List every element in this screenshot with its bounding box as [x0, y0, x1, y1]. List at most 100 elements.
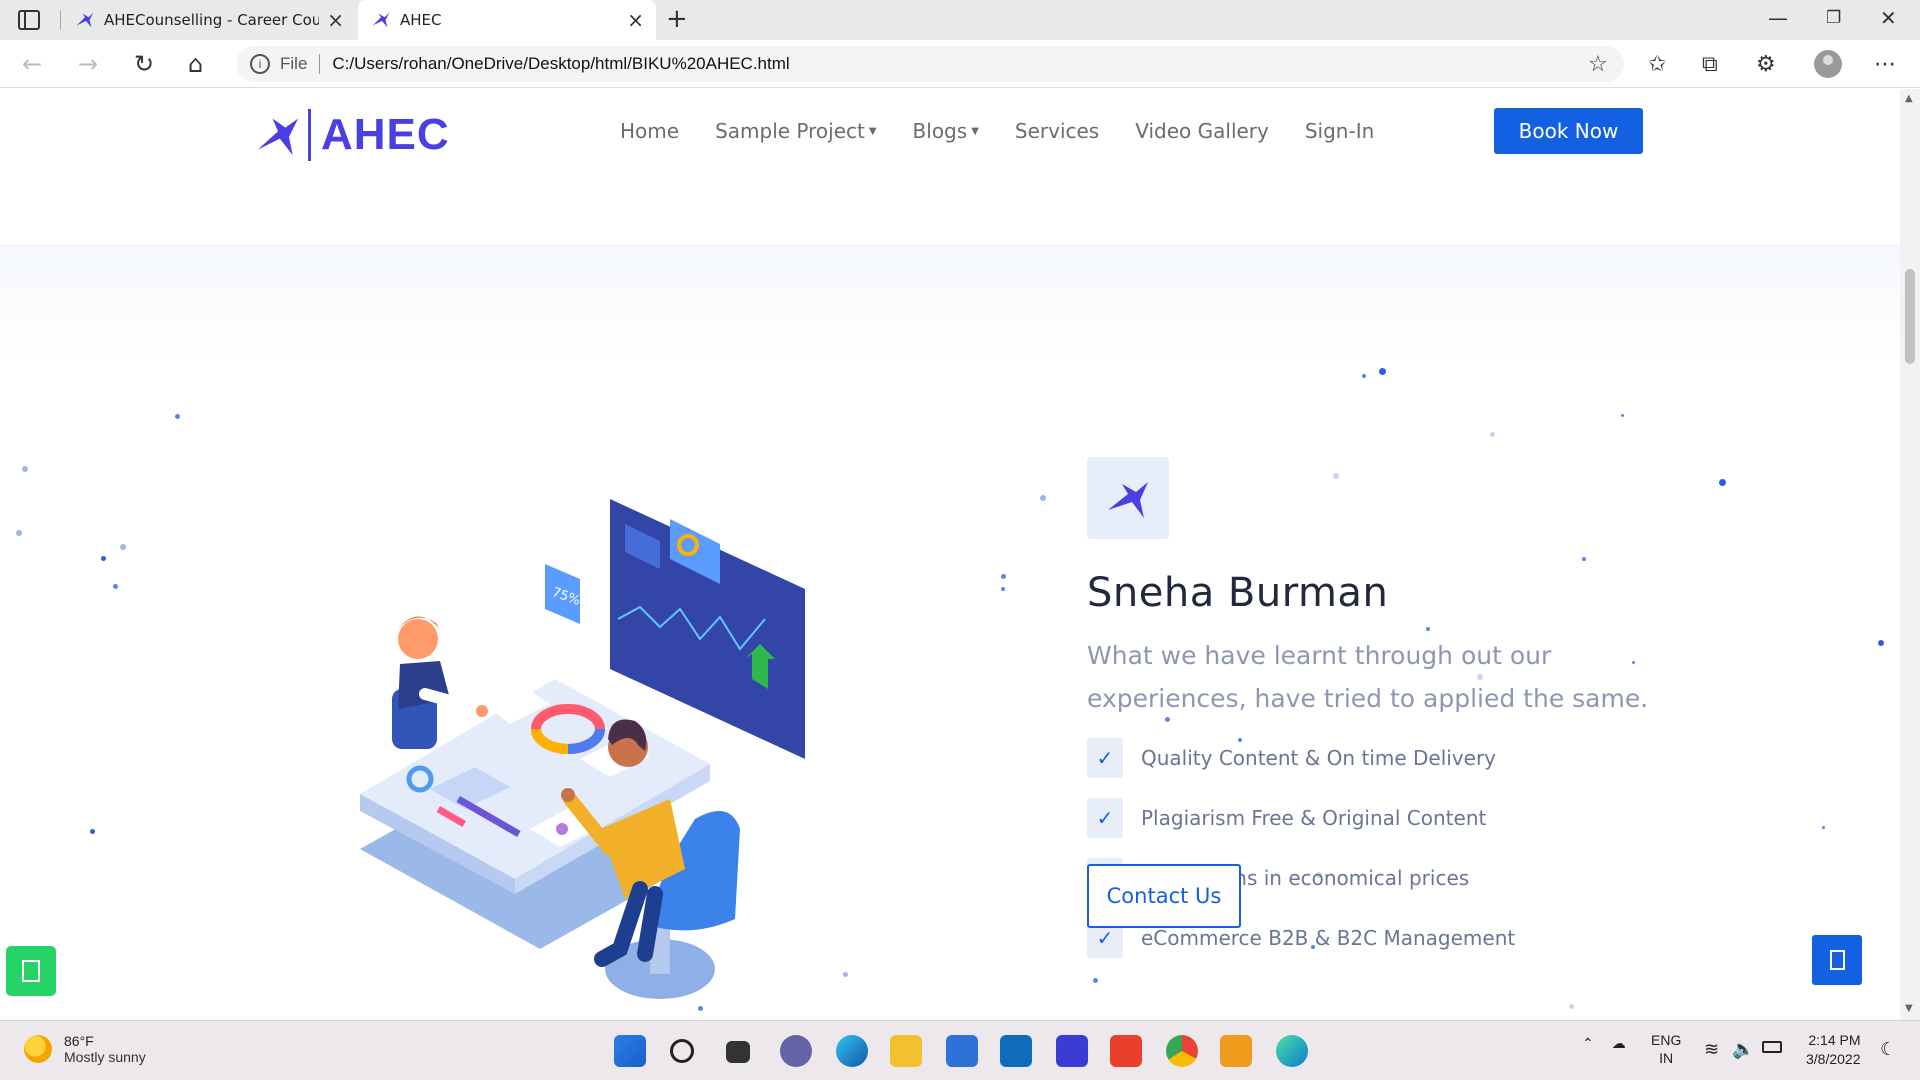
onedrive-icon[interactable]: ☁ [1612, 1035, 1626, 1052]
hero-name-heading: Sneha Burman [1087, 570, 1389, 616]
info-icon[interactable]: i [250, 54, 270, 74]
url-text[interactable]: C:/Users/rohan/OneDrive/Desktop/html/BIK… [332, 54, 789, 74]
particle-dot [90, 829, 95, 834]
check-icon: ✓ [1087, 798, 1123, 838]
particle-dot [1333, 473, 1339, 479]
teams-chat-icon[interactable] [780, 1035, 812, 1067]
page-scrollbar[interactable]: ▲ ▼ [1900, 89, 1920, 1020]
features-list: ✓ Quality Content & On time Delivery ✓ P… [1087, 738, 1515, 978]
collections-icon[interactable]: ⧉ [1702, 52, 1718, 77]
volume-icon[interactable]: 🔈 [1732, 1039, 1754, 1060]
nav-video-gallery[interactable]: Video Gallery [1135, 119, 1269, 143]
particle-dot [22, 466, 28, 472]
address-bar[interactable]: i File C:/Users/rohan/OneDrive/Desktop/h… [236, 46, 1624, 82]
particle-dot [16, 530, 22, 536]
chat-icon [22, 960, 40, 982]
brand-logo-card [1087, 457, 1169, 539]
extensions-icon[interactable]: ⚙ [1756, 52, 1776, 77]
tab-ahecounselling[interactable]: AHECounselling - Career Counse × [64, 0, 356, 40]
particle-dot [1093, 978, 1098, 983]
task-view-icon[interactable] [726, 1041, 750, 1063]
office-icon[interactable] [1110, 1035, 1142, 1067]
battery-icon[interactable] [1762, 1041, 1782, 1053]
nav-sign-in[interactable]: Sign-In [1305, 119, 1374, 143]
caret-down-icon: ▼ [971, 125, 979, 137]
scroll-up-arrow-icon[interactable]: ▲ [1905, 93, 1913, 104]
window-close-icon[interactable]: ✕ [1880, 6, 1897, 30]
swallow-logo-icon [257, 118, 299, 156]
particle-dot [1621, 414, 1624, 417]
nav-sample-project[interactable]: Sample Project ▼ [715, 119, 876, 143]
ahec-favicon-icon [76, 12, 94, 28]
chrome-icon[interactable] [1166, 1035, 1198, 1067]
search-icon[interactable] [670, 1039, 694, 1063]
back-icon[interactable]: ← [22, 50, 42, 78]
nav-label: Services [1014, 119, 1100, 143]
minimize-icon[interactable]: — [1768, 6, 1788, 30]
scroll-down-arrow-icon[interactable]: ▼ [1905, 1003, 1913, 1014]
nav-services[interactable]: Services [1015, 119, 1099, 143]
edge-beta-icon[interactable] [1276, 1035, 1308, 1067]
tab-title: AHECounselling - Career Counse [104, 11, 319, 29]
add-favorite-icon[interactable]: ☆ [1588, 52, 1608, 77]
close-tab-icon[interactable]: × [627, 8, 644, 32]
file-label: File [280, 54, 308, 73]
refresh-icon[interactable]: ↻ [134, 50, 154, 78]
vscode-icon[interactable] [1056, 1035, 1088, 1067]
whatsapp-chat-button[interactable] [6, 946, 56, 996]
restore-icon[interactable]: ❐ [1826, 8, 1841, 28]
clock-date: 3/8/2022 [1806, 1051, 1861, 1067]
file-explorer-icon[interactable] [890, 1035, 922, 1067]
nav-home[interactable]: Home [620, 119, 679, 143]
url-separator [319, 54, 321, 74]
contact-us-button[interactable]: Contact Us [1087, 864, 1241, 928]
ahec-favicon-icon [372, 12, 390, 28]
system-tray: ⌃ ☁ [1582, 1035, 1626, 1052]
particle-dot [1822, 826, 1825, 829]
particle-dot [1719, 479, 1726, 486]
notifications-icon[interactable]: ☾ [1880, 1039, 1896, 1060]
store-icon[interactable] [946, 1035, 978, 1067]
particle-dot [843, 972, 848, 977]
particle-dot [1379, 368, 1386, 375]
feature-item: ✓ Plagiarism Free & Original Content [1087, 798, 1515, 838]
more-menu-icon[interactable]: ⋯ [1874, 52, 1896, 77]
profile-avatar-icon[interactable] [1814, 50, 1842, 78]
weather-temp: 86°F [64, 1033, 94, 1049]
particle-dot [113, 584, 118, 589]
edge-icon[interactable] [836, 1035, 868, 1067]
nav-blogs[interactable]: Blogs ▼ [913, 119, 979, 143]
new-tab-icon[interactable]: + [666, 4, 688, 34]
nav-label: Video Gallery [1135, 119, 1269, 143]
arrow-up-icon [1829, 950, 1845, 970]
close-tab-icon[interactable]: × [327, 8, 344, 32]
logo-divider [308, 109, 311, 161]
particle-dot [1569, 1004, 1574, 1009]
logo-text: AHEC [321, 110, 450, 159]
start-icon[interactable] [614, 1035, 646, 1067]
clock[interactable]: 2:14 PM 3/8/2022 [1806, 1031, 1861, 1069]
particle-dot [120, 544, 126, 550]
check-icon: ✓ [1087, 738, 1123, 778]
sublime-text-icon[interactable] [1220, 1035, 1252, 1067]
forward-icon[interactable]: → [78, 50, 98, 78]
particle-dot [1582, 557, 1586, 561]
wifi-icon[interactable]: ≋ [1704, 1039, 1719, 1060]
windows-taskbar: 86°F Mostly sunny ⌃ ☁ ENG IN ≋ 🔈 2:14 PM… [0, 1020, 1920, 1080]
tab-ahec[interactable]: AHEC × [358, 0, 656, 40]
site-logo[interactable]: AHEC [256, 109, 450, 161]
chevron-up-icon[interactable]: ⌃ [1582, 1035, 1594, 1052]
scroll-to-top-button[interactable] [1812, 935, 1862, 985]
book-now-button[interactable]: Book Now [1494, 108, 1643, 154]
particle-dot [1001, 587, 1005, 591]
particle-dot [175, 414, 180, 419]
address-toolbar: ← → ↻ ⌂ i File C:/Users/rohan/OneDrive/D… [0, 40, 1920, 88]
mail-icon[interactable] [1000, 1035, 1032, 1067]
weather-widget[interactable]: 86°F Mostly sunny [24, 1033, 146, 1065]
home-icon[interactable]: ⌂ [188, 50, 203, 78]
weather-desc: Mostly sunny [64, 1049, 146, 1065]
language-indicator[interactable]: ENG IN [1651, 1031, 1681, 1067]
favorites-icon[interactable]: ✩ [1648, 52, 1666, 77]
tab-actions-icon[interactable] [18, 10, 40, 30]
scrollbar-thumb[interactable] [1905, 269, 1915, 364]
